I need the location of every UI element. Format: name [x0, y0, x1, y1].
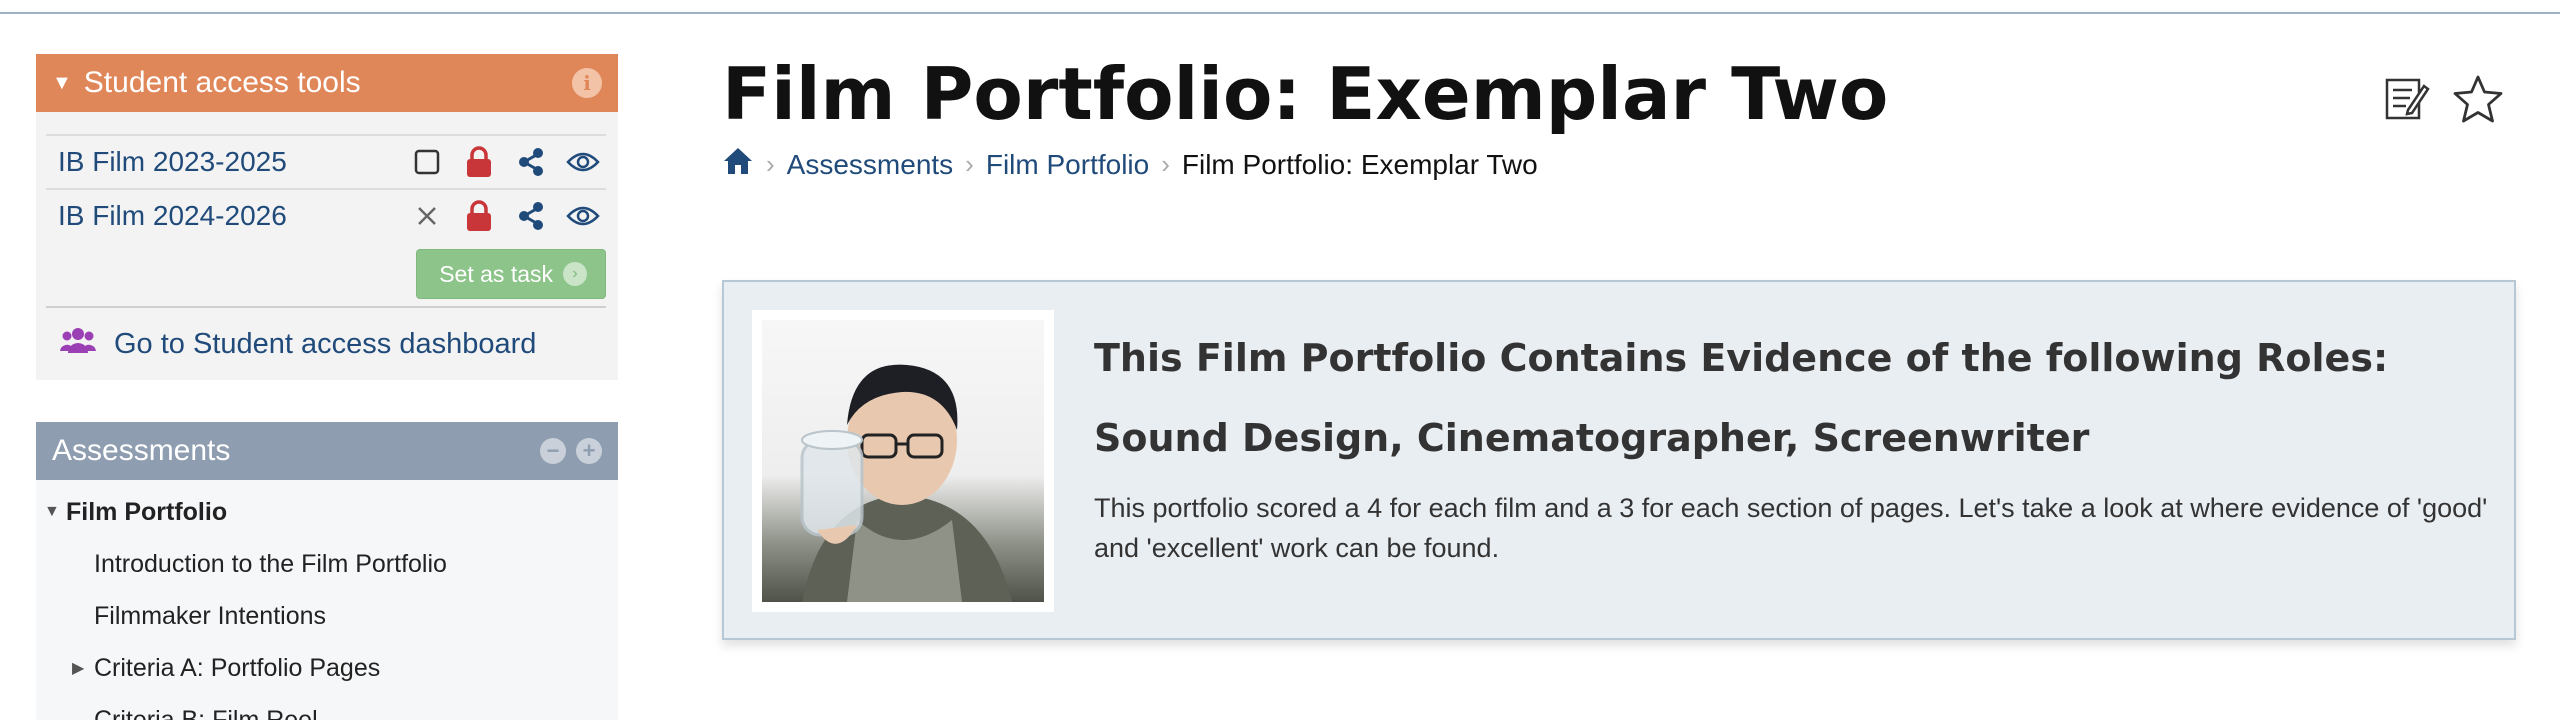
users-group-icon [60, 325, 96, 363]
tree-item-introduction[interactable]: Introduction to the Film Portfolio [36, 538, 618, 590]
breadcrumb: › Assessments › Film Portfolio › Film Po… [722, 146, 1538, 183]
student-photo-image [762, 320, 1044, 602]
chevron-right-icon: › [563, 262, 587, 286]
assessments-header[interactable]: Assessments − + [36, 422, 618, 480]
dashboard-link[interactable]: Go to Student access dashboard [46, 308, 606, 380]
student-access-title: Student access tools [84, 66, 572, 100]
info-icon[interactable]: i [572, 68, 602, 98]
class-row: IB Film 2023-2025 [46, 134, 606, 188]
tree-item-film-portfolio[interactable]: ▼ Film Portfolio [36, 486, 618, 538]
checkbox-empty-icon[interactable] [410, 145, 444, 179]
student-access-panel: ▼ Student access tools i IB Film 2023-20… [36, 54, 618, 380]
portrait-photo [752, 310, 1054, 612]
home-icon[interactable] [722, 146, 754, 183]
lock-icon[interactable] [462, 145, 496, 179]
callout-box: This Film Portfolio Contains Evidence of… [722, 280, 2516, 640]
callout-body: This portfolio scored a 4 for each film … [1094, 488, 2494, 568]
star-icon[interactable] [2452, 74, 2504, 129]
tree-item-label: Criteria A: Portfolio Pages [94, 654, 380, 683]
breadcrumb-separator-icon: › [1161, 149, 1170, 180]
class-row: IB Film 2024-2026 [46, 188, 606, 242]
tree-item-label: Film Portfolio [66, 498, 227, 527]
class-name[interactable]: IB Film 2024-2026 [58, 200, 410, 232]
top-border [0, 0, 2560, 14]
eye-icon[interactable] [566, 145, 600, 179]
breadcrumb-link-film-portfolio[interactable]: Film Portfolio [986, 149, 1149, 181]
student-access-body: IB Film 2023-2025 IB [36, 112, 618, 380]
caret-down-icon[interactable]: ▼ [44, 503, 66, 521]
eye-icon[interactable] [566, 199, 600, 233]
sidebar: ▼ Student access tools i IB Film 2023-20… [36, 54, 618, 720]
tree-item-label: Filmmaker Intentions [94, 602, 326, 631]
tree-item-criteria-b[interactable]: Criteria B: Film Reel [36, 694, 618, 720]
class-name[interactable]: IB Film 2023-2025 [58, 146, 410, 178]
page-actions [2384, 74, 2504, 129]
share-icon[interactable] [514, 199, 548, 233]
tree-item-label: Introduction to the Film Portfolio [94, 550, 447, 579]
caret-right-icon[interactable]: ▶ [72, 658, 94, 678]
tree-item-filmmaker-intentions[interactable]: Filmmaker Intentions [36, 590, 618, 642]
set-task-row: Set as task › [46, 242, 606, 308]
tree-item-criteria-a[interactable]: ▶ Criteria A: Portfolio Pages [36, 642, 618, 694]
caret-down-icon[interactable]: ▼ [52, 72, 72, 95]
breadcrumb-separator-icon: › [766, 149, 775, 180]
tree-item-label: Criteria B: Film Reel [94, 706, 318, 720]
breadcrumb-link-assessments[interactable]: Assessments [787, 149, 954, 181]
assessments-tree: ▼ Film Portfolio Introduction to the Fil… [36, 480, 618, 720]
callout-heading: This Film Portfolio Contains Evidence of… [1094, 318, 2474, 478]
lock-icon[interactable] [462, 199, 496, 233]
student-access-header[interactable]: ▼ Student access tools i [36, 54, 618, 112]
assessments-panel: Assessments − + ▼ Film Portfolio Introdu… [36, 422, 618, 720]
breadcrumb-current: Film Portfolio: Exemplar Two [1182, 149, 1538, 181]
dashboard-label: Go to Student access dashboard [114, 328, 536, 361]
notes-edit-icon[interactable] [2384, 74, 2430, 129]
close-x-icon[interactable] [410, 199, 444, 233]
assessments-title: Assessments [52, 434, 530, 468]
expand-all-icon[interactable]: + [576, 438, 602, 464]
share-icon[interactable] [514, 145, 548, 179]
set-as-task-button[interactable]: Set as task › [416, 249, 606, 299]
set-as-task-label: Set as task [439, 261, 553, 288]
page-title: Film Portfolio: Exemplar Two [722, 52, 1888, 136]
breadcrumb-separator-icon: › [965, 149, 974, 180]
collapse-all-icon[interactable]: − [540, 438, 566, 464]
